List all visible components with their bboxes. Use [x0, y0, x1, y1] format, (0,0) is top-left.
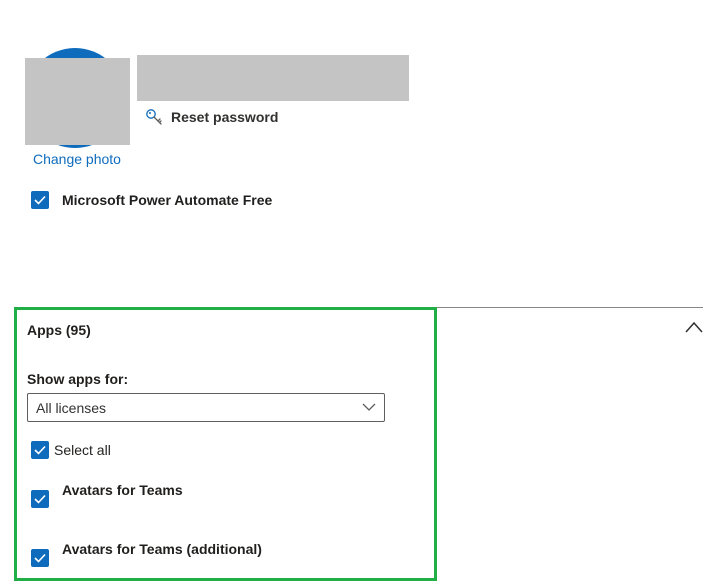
app-label: Avatars for Teams	[62, 482, 183, 498]
chevron-down-icon	[362, 403, 376, 411]
checkmark-icon	[34, 195, 46, 205]
license-filter-dropdown[interactable]: All licenses	[27, 393, 385, 422]
select-all-item[interactable]: Select all	[31, 441, 111, 459]
select-all-checkbox[interactable]	[31, 441, 49, 459]
license-checkbox[interactable]	[31, 191, 49, 209]
app-checkbox[interactable]	[31, 549, 49, 567]
app-list-item[interactable]: Avatars for Teams	[31, 482, 183, 508]
select-all-label: Select all	[54, 442, 111, 458]
change-photo-link[interactable]: Change photo	[33, 151, 121, 167]
chevron-up-icon[interactable]	[684, 320, 704, 334]
key-icon	[145, 108, 163, 126]
show-apps-for-label: Show apps for:	[27, 371, 129, 387]
license-label: Microsoft Power Automate Free	[62, 192, 273, 208]
app-label: Avatars for Teams (additional)	[62, 541, 262, 557]
license-item[interactable]: Microsoft Power Automate Free	[31, 191, 272, 209]
reset-password-button[interactable]: Reset password	[145, 108, 278, 126]
app-checkbox[interactable]	[31, 490, 49, 508]
redacted-photo-overlay	[25, 58, 130, 145]
dropdown-selected-value: All licenses	[36, 399, 107, 416]
apps-section-title: Apps (95)	[27, 322, 91, 338]
app-list-item[interactable]: Avatars for Teams (additional)	[31, 541, 262, 567]
checkmark-icon	[34, 553, 46, 563]
reset-password-label: Reset password	[171, 109, 279, 125]
checkmark-icon	[34, 445, 46, 455]
redacted-user-name	[137, 55, 409, 101]
checkmark-icon	[34, 494, 46, 504]
